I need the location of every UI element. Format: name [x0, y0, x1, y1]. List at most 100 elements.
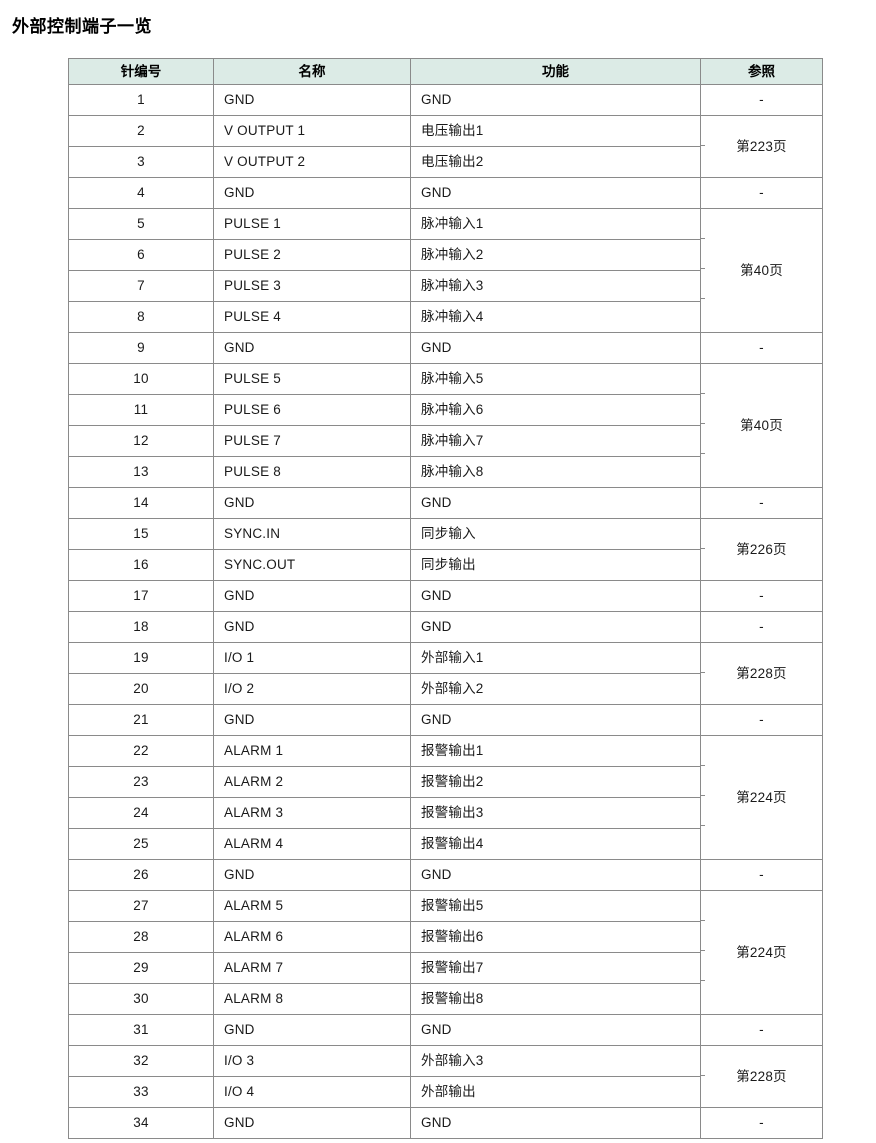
table-row: 15 SYNC.IN 同步输入 第226页: [68, 518, 823, 581]
cell-pin-number: 24: [68, 797, 214, 829]
cell-reference: -: [700, 580, 823, 612]
cell-signal-name: PULSE 3: [213, 270, 411, 302]
cell-function: 外部输入2: [410, 673, 701, 705]
table-row: 14 GND GND -: [68, 487, 823, 519]
cell-pin-number: 2: [68, 115, 214, 147]
cell-pin-number: 6: [68, 239, 214, 271]
cell-function: GND: [410, 487, 701, 519]
table-row: 27 ALARM 5 报警输出5 第224页: [68, 890, 823, 1015]
cell-reference: 第228页: [700, 1045, 823, 1108]
cell-pin-number: 30: [68, 983, 214, 1015]
cell-pin-number: 23: [68, 766, 214, 798]
cell-function: 脉冲输入3: [410, 270, 701, 302]
merged-cell-row-tick: [701, 980, 705, 981]
cell-pin-number: 15: [68, 518, 214, 550]
cell-signal-name: SYNC.IN: [213, 518, 411, 550]
cell-function: 脉冲输入6: [410, 394, 701, 426]
cell-function: 同步输入: [410, 518, 701, 550]
cell-function: 脉冲输入4: [410, 301, 701, 333]
merged-cell-row-tick: [701, 453, 705, 454]
document-page: 外部控制端子一览 针编号 名称 功能 参照 1 GND GND -2 V OUTPUT …: [0, 0, 876, 1143]
cell-reference: 第40页: [700, 208, 823, 333]
table-row: 31 GND GND -: [68, 1014, 823, 1046]
cell-function: 报警输出6: [410, 921, 701, 953]
cell-function: 报警输出3: [410, 797, 701, 829]
cell-function: GND: [410, 1014, 701, 1046]
merged-cell-row-tick: [701, 548, 705, 549]
cell-signal-name: I/O 4: [213, 1076, 411, 1108]
table-row: 22 ALARM 1 报警输出1 第224页: [68, 735, 823, 860]
cell-signal-name: I/O 2: [213, 673, 411, 705]
cell-function: GND: [410, 177, 701, 209]
cell-function: GND: [410, 580, 701, 612]
cell-pin-number: 1: [68, 84, 214, 116]
table-body: 1 GND GND -2 V OUTPUT 1 电压输出1 第223页 3 V OUTPUT 2…: [68, 84, 823, 1139]
cell-function: 报警输出1: [410, 735, 701, 767]
cell-pin-number: 3: [68, 146, 214, 178]
cell-pin-number: 21: [68, 704, 214, 736]
cell-signal-name: ALARM 2: [213, 766, 411, 798]
column-header-name: 名称: [213, 58, 411, 85]
cell-pin-number: 12: [68, 425, 214, 457]
cell-pin-number: 4: [68, 177, 214, 209]
cell-function: GND: [410, 859, 701, 891]
merged-cell-row-tick: [701, 268, 705, 269]
cell-function: 报警输出8: [410, 983, 701, 1015]
cell-pin-number: 5: [68, 208, 214, 240]
cell-reference: -: [700, 1014, 823, 1046]
cell-pin-number: 14: [68, 487, 214, 519]
cell-pin-number: 33: [68, 1076, 214, 1108]
cell-function: 电压输出1: [410, 115, 701, 147]
merged-cell-row-tick: [701, 920, 705, 921]
cell-pin-number: 13: [68, 456, 214, 488]
cell-reference: -: [700, 84, 823, 116]
cell-pin-number: 8: [68, 301, 214, 333]
cell-reference: 第226页: [700, 518, 823, 581]
cell-signal-name: GND: [213, 1107, 411, 1139]
cell-reference: 第224页: [700, 735, 823, 860]
cell-pin-number: 9: [68, 332, 214, 364]
cell-signal-name: PULSE 1: [213, 208, 411, 240]
column-header-pin: 针编号: [68, 58, 214, 85]
merged-cell-row-tick: [701, 950, 705, 951]
cell-function: 外部输入3: [410, 1045, 701, 1077]
cell-function: GND: [410, 1107, 701, 1139]
cell-reference: -: [700, 332, 823, 364]
table-header-row: 针编号 名称 功能 参照: [68, 58, 823, 85]
cell-reference: -: [700, 1107, 823, 1139]
cell-signal-name: GND: [213, 177, 411, 209]
cell-pin-number: 29: [68, 952, 214, 984]
table-row: 19 I/O 1 外部输入1 第228页: [68, 642, 823, 705]
cell-function: 报警输出2: [410, 766, 701, 798]
cell-signal-name: GND: [213, 859, 411, 891]
cell-signal-name: V OUTPUT 2: [213, 146, 411, 178]
cell-reference: -: [700, 611, 823, 643]
merged-cell-row-tick: [701, 795, 705, 796]
external-control-terminal-table-container: 针编号 名称 功能 参照 1 GND GND -2 V OUTPUT 1 电压输出1 第22…: [68, 58, 823, 1139]
cell-reference: -: [700, 487, 823, 519]
cell-signal-name: ALARM 1: [213, 735, 411, 767]
cell-pin-number: 20: [68, 673, 214, 705]
merged-cell-row-tick: [701, 765, 705, 766]
merged-cell-row-tick: [701, 672, 705, 673]
cell-pin-number: 28: [68, 921, 214, 953]
cell-function: 脉冲输入7: [410, 425, 701, 457]
cell-signal-name: V OUTPUT 1: [213, 115, 411, 147]
cell-signal-name: PULSE 5: [213, 363, 411, 395]
cell-signal-name: SYNC.OUT: [213, 549, 411, 581]
cell-pin-number: 31: [68, 1014, 214, 1046]
cell-signal-name: I/O 1: [213, 642, 411, 674]
cell-function: 报警输出7: [410, 952, 701, 984]
cell-signal-name: ALARM 7: [213, 952, 411, 984]
cell-reference: 第228页: [700, 642, 823, 705]
cell-function: 脉冲输入1: [410, 208, 701, 240]
cell-reference: 第224页: [700, 890, 823, 1015]
cell-function: GND: [410, 611, 701, 643]
cell-function: 外部输出: [410, 1076, 701, 1108]
merged-cell-row-tick: [701, 423, 705, 424]
merged-cell-row-tick: [701, 825, 705, 826]
merged-cell-row-tick: [701, 1075, 705, 1076]
cell-signal-name: ALARM 3: [213, 797, 411, 829]
table-header: 针编号 名称 功能 参照: [68, 58, 823, 85]
table-row: 9 GND GND -: [68, 332, 823, 364]
